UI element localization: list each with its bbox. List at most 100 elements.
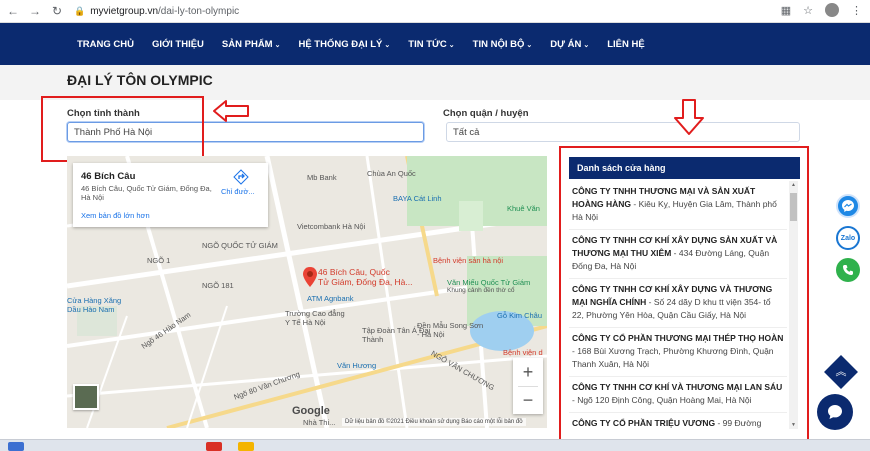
nav-item[interactable]: TIN TỨC ⌄ [408,39,454,50]
store-name: CÔNG TY CỔ PHẦN TRIỆU VƯƠNG [572,418,716,428]
directions-icon[interactable] [233,169,249,185]
map-label-ngo-1: NGÕ 1 [147,256,171,265]
zoom-divider [518,386,538,387]
map-pin-label-line2: Tử Giám, Đống Đa, Hà... [318,277,413,287]
larger-map-link[interactable]: Xem bản đồ lớn hơn [81,211,150,220]
reload-icon[interactable]: ↻ [48,2,66,20]
messenger-button[interactable] [836,194,860,218]
nav-item-label: LIÊN HỆ [607,38,645,50]
map-label-den-mau: Đền Mẫu Song Sơn - Hà Nội [417,321,484,339]
chevron-down-icon: ⌄ [274,41,281,49]
district-label: Chọn quận / huyện [443,108,529,119]
nav-menu: TRANG CHỦ GIỚI THIỆU SẢN PHẨM ⌄ HỆ THỐNG ĐẠI… [77,23,663,65]
taskbar-app-icon[interactable] [206,442,222,451]
url-domain: myvietgroup.vn [90,5,159,17]
main-navbar: TRANG CHỦ GIỚI THIỆU SẢN PHẨM ⌄ HỆ THỐNG ĐẠI… [0,23,870,65]
store-item[interactable]: CÔNG TY TNHH THƯƠNG MẠI VÀ SẢN XUẤT HOÀN… [569,181,787,230]
nav-item[interactable]: TRANG CHỦ [77,39,134,50]
nav-item[interactable]: LIÊN HỆ [607,39,644,50]
store-address: - Ngõ 120 Định Công, Quận Hoàng Mai, Hà … [572,395,752,405]
profile-avatar[interactable] [825,3,839,17]
map-label-benh-vien-2: Bệnh viện d [503,348,543,357]
map-label-nha-thi: Nhà Thi... [303,418,336,427]
taskbar-app-icon[interactable] [8,442,24,451]
nav-item-label: TRANG CHỦ [77,38,134,50]
store-item[interactable]: CÔNG TY TNHH CƠ KHÍ VÀ THƯƠNG MẠI LAN SÁ… [569,377,787,413]
store-item[interactable]: CÔNG TY CỔ PHẦN THƯƠNG MẠI THÉP THỌ HOÀN… [569,328,787,377]
scroll-top-icon[interactable]: ︽ [834,363,848,381]
map-label-atm: ATM Agnbank [307,294,354,303]
map-card-title: 46 Bích Câu [81,171,136,182]
taskbar-app-icon[interactable] [238,442,254,451]
map-pin-icon[interactable] [302,266,318,288]
chat-icon [828,405,842,419]
map-label-mb-bank: Mb Bank [307,173,337,182]
chevron-down-icon: ⌄ [526,41,533,49]
chevron-down-icon: ⌄ [448,41,455,49]
address-bar[interactable]: myvietgroup.vn/dai-ly-ton-olympic [90,6,239,17]
scrollbar-thumb[interactable] [790,193,797,221]
qr-icon[interactable]: ▦ [781,4,791,17]
nav-item-label: DỰ ÁN [550,38,582,50]
left-arrow-annotation-icon [213,100,249,122]
satellite-view-toggle[interactable] [73,384,99,410]
nav-item-label: SẢN PHẨM [221,38,273,50]
url-path: /dai-ly-ton-olympic [158,5,240,17]
nav-item-label: GIỚI THIỆU [152,38,204,50]
map-label-van-mieu: Văn Miếu Quốc Tử Giám [447,278,531,287]
map-label-cua-hang: Cửa Hàng Xăng Dầu Hào Nam [67,296,122,314]
phone-call-button[interactable] [836,258,860,282]
messenger-icon [842,200,854,212]
map-label-vietcombank: Vietcombank Hà Nội [297,222,366,231]
map-card-address: 46 Bích Câu, Quốc Tử Giám, Đống Đa, Hà N… [81,184,212,202]
store-list[interactable]: CÔNG TY TNHH THƯƠNG MẠI VÀ SẢN XUẤT HOÀN… [569,181,787,429]
nav-item[interactable]: TIN NỘI BỘ ⌄ [473,39,533,50]
map-footer[interactable]: Dữ liệu bản đồ ©2021 Điều khoản sử dụng … [342,418,526,426]
phone-icon [843,265,853,275]
district-select[interactable]: Tất cả [446,122,800,142]
store-address: - 168 Bùi Xương Trạch, Phường Khương Đìn… [572,346,774,369]
nav-item[interactable]: HỆ THỐNG ĐẠI LÝ ⌄ [298,39,390,50]
map-label-truong-cao-dang: Trường Cao đẳng Y Tế Hà Nội [285,309,345,327]
store-list-header: Danh sách cửa hàng [569,157,800,179]
store-address: - 99 Đường [715,418,762,428]
directions-label[interactable]: Chỉ đườ... [221,187,255,196]
store-item[interactable]: CÔNG TY CỔ PHẦN TRIỆU VƯƠNG - 99 Đường [569,413,787,429]
zoom-in-button[interactable]: + [513,358,543,386]
store-list-panel: Danh sách cửa hàng CÔNG TY TNHH THƯƠNG M… [569,157,800,429]
chat-widget-button[interactable] [817,394,853,430]
map-label-ngo-quoc-tu-giam: NGÕ QUỐC TỬ GIÁM [202,241,278,250]
zoom-out-button[interactable]: − [513,386,543,414]
nav-item-label: HỆ THỐNG ĐẠI LÝ [298,38,383,50]
zalo-button[interactable]: Zalo [836,226,860,250]
browser-toolbar: ← → ↻ 🔒 myvietgroup.vn/dai-ly-ton-olympi… [0,0,870,23]
lock-icon[interactable]: 🔒 [74,6,85,17]
zalo-icon: Zalo [840,234,856,242]
map-label-van-mieu-sub: Khung cảnh đền thờ cổ [447,287,515,294]
map-label-ngo-181: NGÕ 181 [202,281,234,290]
store-item[interactable]: CÔNG TY TNHH CƠ KHÍ XÂY DỰNG VÀ THƯƠNG M… [569,279,787,328]
nav-item-label: TIN TỨC [408,38,447,50]
store-name: CÔNG TY CỔ PHẦN THƯƠNG MẠI THÉP THỌ HOÀN [572,333,784,343]
nav-item[interactable]: GIỚI THIỆU [152,39,204,50]
nav-item[interactable]: DỰ ÁN ⌄ [550,39,589,50]
scroll-up-icon[interactable]: ▲ [789,182,798,188]
page-title: ĐẠI LÝ TÔN OLYMPIC [67,72,213,88]
map-label-baya: BAYA Cát Linh [393,194,442,203]
store-list-scrollbar[interactable]: ▲ ▼ [789,181,798,429]
map-zoom-controls: + − [513,358,543,414]
forward-icon[interactable]: → [26,2,44,20]
nav-item[interactable]: SẢN PHẨM ⌄ [222,39,281,50]
scroll-down-icon[interactable]: ▼ [789,422,798,428]
store-item[interactable]: CÔNG TY TNHH CƠ KHÍ XÂY DỰNG SẢN XUẤT VÀ… [569,230,787,279]
province-highlight-box [41,96,204,162]
google-logo: Google [292,405,330,417]
map-label-go-kim-chau: Gỗ Kim Châu [497,311,543,320]
bookmark-star-icon[interactable]: ☆ [803,4,813,17]
store-name: CÔNG TY TNHH CƠ KHÍ VÀ THƯƠNG MẠI LAN SÁ… [572,382,783,392]
back-icon[interactable]: ← [4,2,22,20]
chevron-down-icon: ⌄ [583,41,590,49]
menu-dots-icon[interactable]: ⋮ [851,4,862,17]
chevron-down-icon: ⌄ [384,41,391,49]
down-arrow-annotation-icon [674,99,704,135]
